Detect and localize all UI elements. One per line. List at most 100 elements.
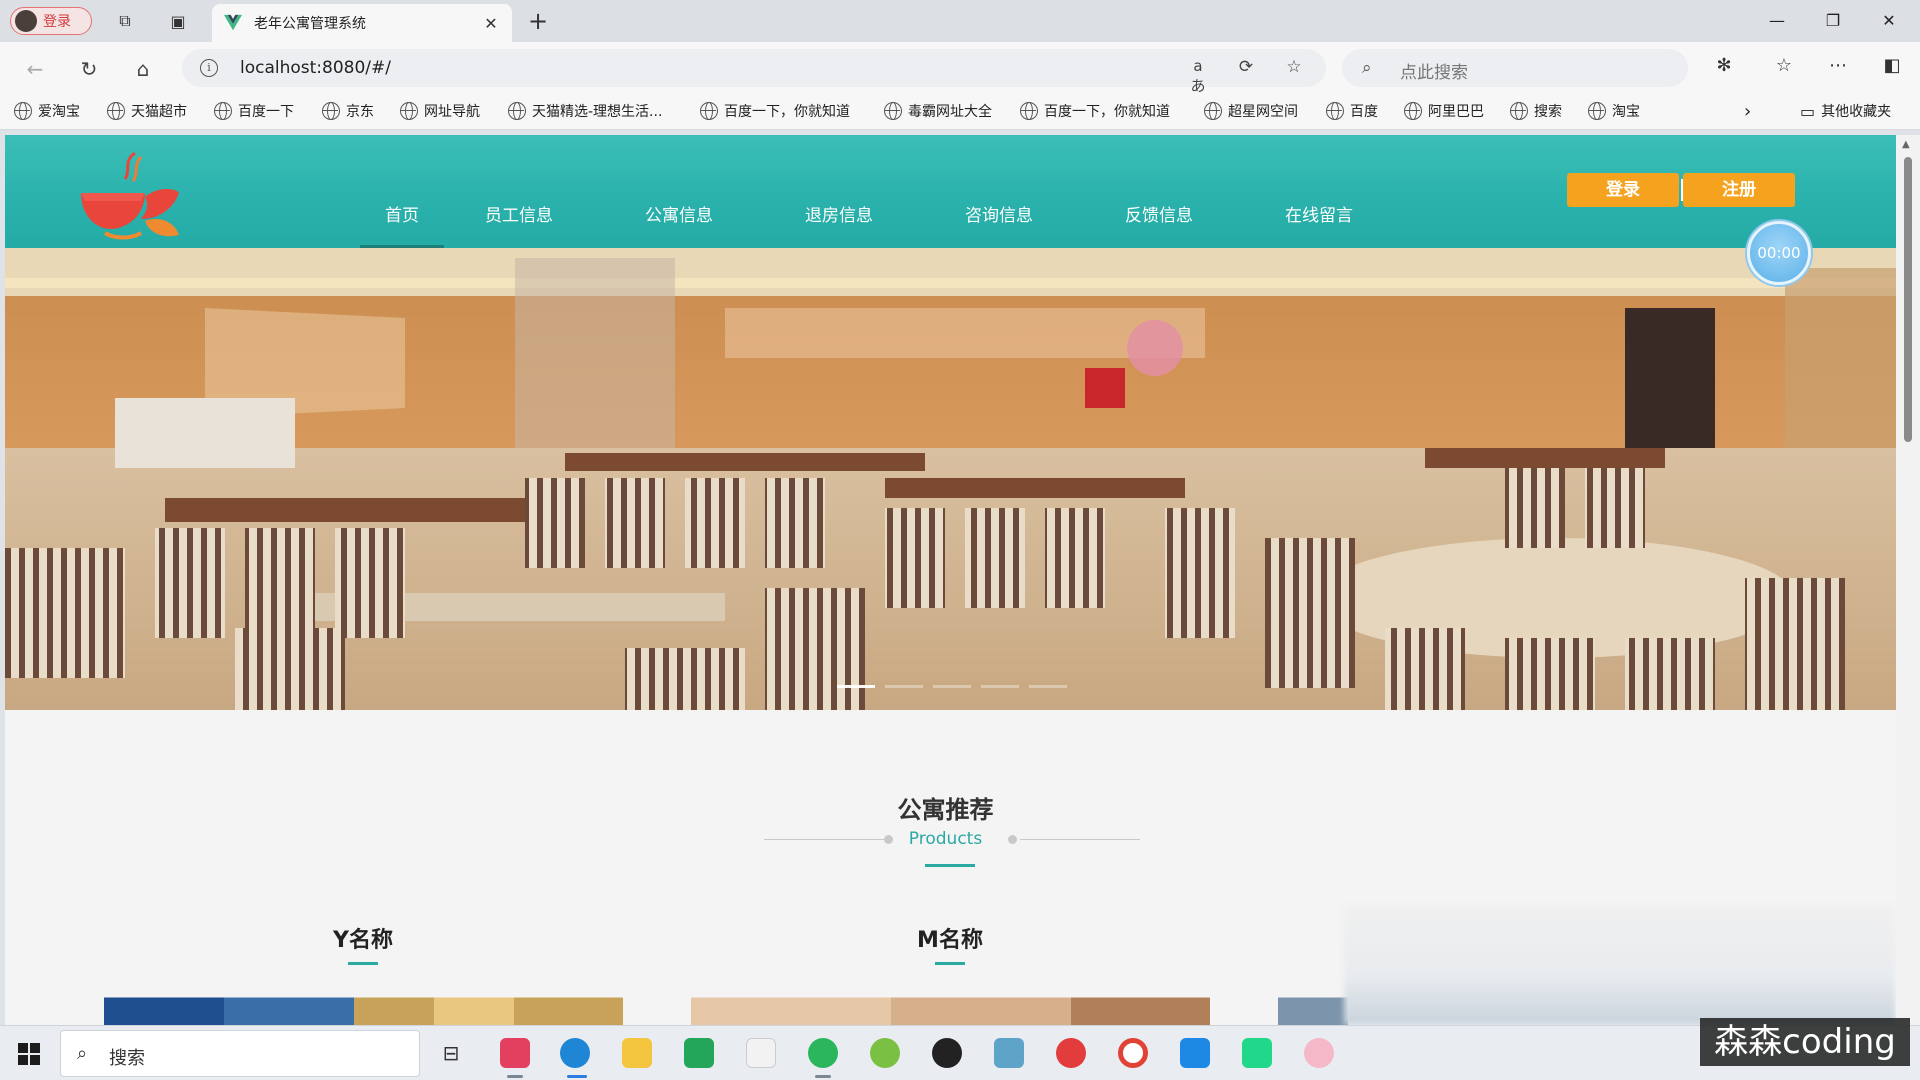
browser-tab-bar: 登录 ⧉ ▣ 老年公寓管理系统 ✕ + — ❐ ✕ [0, 0, 1920, 42]
pycharm-icon[interactable] [1242, 1038, 1272, 1068]
bookmark-item[interactable]: 毒霸网址大全 [884, 101, 992, 121]
browser-search-box[interactable]: ⌕ 点此搜索 [1342, 49, 1688, 87]
scroll-up-icon[interactable]: ▲ [1902, 139, 1910, 150]
favorites-icon[interactable]: ☆ [1770, 55, 1798, 81]
globe-icon [107, 102, 125, 120]
search-icon: ⌕ [77, 1043, 88, 1064]
avatar-app-icon[interactable] [1304, 1038, 1334, 1068]
bookmark-item[interactable]: 京东 [322, 101, 374, 121]
extensions-icon[interactable]: ✻ [1710, 55, 1738, 81]
bookmark-item[interactable]: 网址导航 [400, 101, 480, 121]
vue-favicon-icon [224, 14, 242, 31]
nav-checkout[interactable]: 退房信息 [805, 201, 873, 226]
reload-icon[interactable]: ↻ [74, 54, 104, 84]
globe-icon [1510, 102, 1528, 120]
watermark: 森森coding [1700, 1018, 1910, 1066]
windows-start-icon[interactable] [18, 1043, 40, 1065]
bookmark-item[interactable]: 天猫精选-理想生活... [508, 101, 662, 121]
nav-consult[interactable]: 咨询信息 [965, 201, 1033, 226]
divider-dot [1008, 835, 1017, 844]
bookmark-item[interactable]: 天猫超市 [107, 101, 187, 121]
bookmarks-overflow-icon[interactable]: › [1744, 101, 1751, 122]
carousel-dot[interactable] [933, 685, 971, 688]
home-icon[interactable]: ⌂ [128, 54, 158, 84]
dock-app-icon[interactable] [994, 1038, 1024, 1068]
other-bookmarks[interactable]: ▭ 其他收藏夹 [1800, 101, 1891, 121]
search-icon: ⌕ [1362, 58, 1372, 78]
globe-icon [1020, 102, 1038, 120]
nav-message[interactable]: 在线留言 [1285, 201, 1353, 226]
translate-icon[interactable]: ⟳ [1234, 57, 1258, 79]
new-tab-icon[interactable]: + [524, 8, 552, 36]
nav-staff[interactable]: 员工信息 [485, 201, 553, 226]
login-button[interactable]: 登录 [1567, 173, 1679, 207]
page-viewport: 首页 员工信息 公寓信息 退房信息 咨询信息 反馈信息 在线留言 登录 注册 0… [5, 135, 1896, 1025]
nav-apartment[interactable]: 公寓信息 [645, 201, 713, 226]
browser-toolbar: ← ↻ ⌂ i localhost:8080/#/ aあ ⟳ ☆ ⌕ 点此搜索 … [0, 42, 1920, 95]
window-close-icon[interactable]: ✕ [1866, 6, 1912, 36]
restore-icon[interactable]: ❐ [1810, 6, 1856, 36]
read-aloud-icon[interactable]: aあ [1186, 57, 1210, 95]
taskbar-search[interactable]: ⌕ 搜索 [60, 1030, 420, 1077]
address-bar[interactable]: i localhost:8080/#/ aあ ⟳ ☆ [182, 49, 1326, 95]
bookmark-item[interactable]: 阿里巴巴 [1404, 101, 1484, 121]
green-app-icon[interactable] [870, 1038, 900, 1068]
tencent-meeting-icon[interactable] [1180, 1038, 1210, 1068]
bookmark-item[interactable]: 百度一下，你就知道 [1020, 101, 1170, 121]
minimize-icon[interactable]: — [1754, 6, 1800, 36]
profile-button[interactable]: 登录 [10, 7, 92, 35]
hero-carousel[interactable] [5, 248, 1896, 710]
globe-icon [400, 102, 418, 120]
hbuilder-icon[interactable] [684, 1038, 714, 1068]
wechat-icon[interactable] [808, 1038, 838, 1068]
carousel-dot[interactable] [981, 685, 1019, 688]
bookmark-item[interactable]: 百度一下，你就知道 [700, 101, 850, 121]
logo-icon[interactable] [75, 149, 185, 241]
edge-icon[interactable] [560, 1038, 590, 1068]
file-explorer-icon[interactable] [622, 1038, 652, 1068]
netease-music-icon[interactable] [1056, 1038, 1086, 1068]
taskbar-search-label: 搜索 [109, 1048, 145, 1069]
favorite-star-icon[interactable]: ☆ [1282, 57, 1306, 79]
section-subtitle: Products [908, 829, 983, 849]
product-title-underline [935, 962, 965, 965]
product-card-title[interactable]: Y名称 [263, 922, 463, 954]
globe-icon [884, 102, 902, 120]
chrome-icon[interactable] [1118, 1038, 1148, 1068]
bookmark-item[interactable]: 百度一下 [214, 101, 294, 121]
more-menu-icon[interactable]: ⋯ [1824, 55, 1852, 81]
bookmark-item[interactable]: 爱淘宝 [14, 101, 80, 121]
product-card-title[interactable]: M名称 [850, 922, 1050, 954]
nav-home[interactable]: 首页 [385, 201, 419, 226]
page-scrollbar[interactable]: ▲ [1896, 135, 1920, 1025]
globe-icon [700, 102, 718, 120]
notepad-icon[interactable] [746, 1038, 776, 1068]
task-view-icon[interactable]: ⊟ [436, 1038, 466, 1068]
globe-icon [1404, 102, 1422, 120]
tab-close-icon[interactable]: ✕ [480, 14, 502, 33]
bookmark-item[interactable]: 搜索 [1510, 101, 1562, 121]
carousel-dot[interactable] [837, 685, 875, 688]
sidebar-toggle-icon[interactable]: ◧ [1878, 55, 1906, 81]
bookmarks-bar: 爱淘宝 天猫超市 百度一下 京东 网址导航 天猫精选-理想生活... 百度一下，… [0, 94, 1920, 130]
carousel-dot[interactable] [885, 685, 923, 688]
collections-icon[interactable]: ⧉ [112, 9, 138, 33]
tab-title: 老年公寓管理系统 [254, 16, 366, 32]
qq-icon[interactable] [932, 1038, 962, 1068]
site-info-icon[interactable]: i [200, 59, 218, 77]
scroll-thumb[interactable] [1904, 157, 1912, 442]
intellij-icon[interactable] [500, 1038, 530, 1068]
address-text: localhost:8080/#/ [240, 58, 391, 78]
nav-feedback[interactable]: 反馈信息 [1125, 201, 1193, 226]
back-icon[interactable]: ← [20, 54, 50, 84]
globe-icon [508, 102, 526, 120]
floating-timer[interactable]: 00:00 [1747, 221, 1811, 285]
bookmark-item[interactable]: 百度 [1326, 101, 1378, 121]
bookmark-item[interactable]: 超星网空间 [1204, 101, 1298, 121]
tab-active[interactable]: 老年公寓管理系统 ✕ [212, 4, 512, 42]
carousel-dot[interactable] [1029, 685, 1067, 688]
folder-icon: ▭ [1800, 101, 1816, 121]
tab-actions-icon[interactable]: ▣ [165, 9, 191, 33]
bookmark-item[interactable]: 淘宝 [1588, 101, 1640, 121]
register-button[interactable]: 注册 [1683, 173, 1795, 207]
